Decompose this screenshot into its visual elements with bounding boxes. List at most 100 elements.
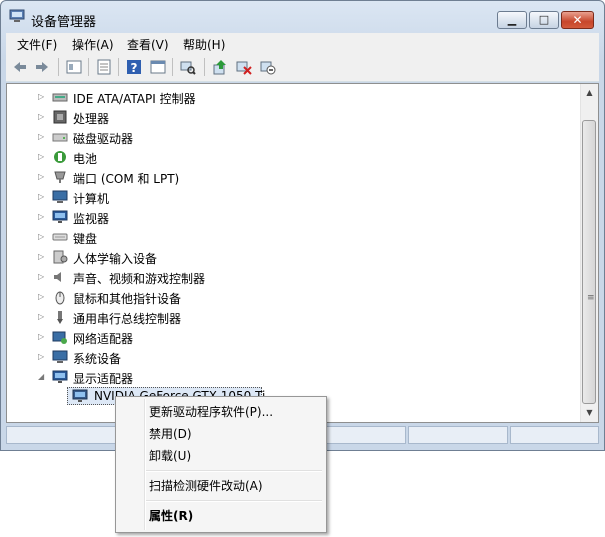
- title-bar[interactable]: 设备管理器 ▁ □ ✕: [1, 1, 604, 31]
- expand-arrow-icon[interactable]: ▷: [38, 212, 46, 222]
- uninstall-icon[interactable]: [236, 59, 252, 75]
- tree-item[interactable]: ◢ 显示适配器: [7, 367, 567, 387]
- context-menu-gutter: [144, 399, 146, 530]
- collapse-arrow-icon[interactable]: ◢: [38, 372, 46, 382]
- tree-item[interactable]: ▷ 计算机: [7, 187, 567, 207]
- close-button[interactable]: ✕: [561, 11, 594, 29]
- tree-item-label: 监视器: [73, 212, 110, 226]
- tree-item[interactable]: ▷ 磁盘驱动器: [7, 127, 567, 147]
- menu-update-driver[interactable]: 更新驱动程序软件(P)...: [149, 403, 273, 420]
- ide-controller-icon: [52, 93, 68, 102]
- device-tree-pane[interactable]: ▷ IDE ATA/ATAPI 控制器 ▷ 处理器 ▷ 磁盘驱动器 ▷ 电池 ▷ 端口 (COM …: [6, 83, 599, 423]
- tree-item[interactable]: ▷ 电池: [7, 147, 567, 167]
- tree-item[interactable]: ▷ 键盘: [7, 227, 567, 247]
- tree-item[interactable]: ▷ 人体学输入设备: [7, 247, 567, 267]
- update-driver-icon[interactable]: [212, 59, 228, 75]
- display-adapter-icon: [72, 389, 88, 402]
- maximize-button[interactable]: □: [529, 11, 559, 29]
- hid-icon: [53, 250, 68, 264]
- forward-arrow-icon[interactable]: [34, 59, 50, 75]
- tree-item[interactable]: ▷ 处理器: [7, 107, 567, 127]
- scroll-thumb[interactable]: ≡: [582, 120, 596, 404]
- system-device-icon: [52, 350, 68, 363]
- close-icon: ✕: [572, 13, 583, 27]
- tree-item[interactable]: ▷ 鼠标和其他指针设备: [7, 287, 567, 307]
- device-manager-icon: [9, 9, 25, 22]
- expand-arrow-icon[interactable]: ▷: [38, 272, 46, 282]
- tree-item[interactable]: ▷ IDE ATA/ATAPI 控制器: [7, 87, 567, 107]
- expand-arrow-icon[interactable]: ▷: [38, 152, 46, 162]
- expand-arrow-icon[interactable]: ▷: [38, 192, 46, 202]
- tree-item[interactable]: ▷ 通用串行总线控制器: [7, 307, 567, 327]
- tree-item-label: 磁盘驱动器: [73, 132, 134, 146]
- tree-item-label: 网络适配器: [73, 332, 134, 346]
- expand-arrow-icon[interactable]: ▷: [38, 112, 46, 122]
- maximize-icon: □: [538, 13, 550, 26]
- view-icon[interactable]: [150, 59, 166, 75]
- menu-file[interactable]: 文件(F): [17, 36, 57, 53]
- network-adapter-icon: [52, 331, 67, 344]
- tree-item-label: 人体学输入设备: [73, 252, 158, 266]
- tree-item-label: 系统设备: [73, 352, 122, 366]
- processor-icon: [53, 110, 67, 124]
- minimize-icon: ▁: [507, 13, 517, 26]
- monitor-icon: [52, 210, 68, 223]
- device-manager-window: 设备管理器 ▁ □ ✕ 文件(F) 操作(A) 查看(V) 帮助(H) ? ▷ I…: [0, 0, 605, 451]
- menu-help[interactable]: 帮助(H): [183, 36, 225, 53]
- context-menu-separator: [146, 500, 322, 502]
- expand-arrow-icon[interactable]: ▷: [38, 92, 46, 102]
- toolbar: ?: [6, 53, 599, 82]
- back-arrow-icon[interactable]: [12, 59, 28, 75]
- tree-item-label: 通用串行总线控制器: [73, 312, 182, 326]
- disk-drive-icon: [52, 133, 68, 142]
- scroll-up-icon[interactable]: ▲: [581, 84, 598, 101]
- expand-arrow-icon[interactable]: ▷: [38, 252, 46, 262]
- scan-hardware-icon[interactable]: [180, 59, 196, 75]
- expand-arrow-icon[interactable]: ▷: [38, 332, 46, 342]
- tree-item-label: IDE ATA/ATAPI 控制器: [73, 92, 196, 106]
- vertical-scrollbar[interactable]: ▲ ≡ ▼: [580, 84, 598, 422]
- tree-item[interactable]: ▷ 声音、视频和游戏控制器: [7, 267, 567, 287]
- sound-icon: [54, 272, 61, 282]
- menu-uninstall[interactable]: 卸载(U): [149, 447, 191, 464]
- expand-arrow-icon[interactable]: ▷: [38, 292, 46, 302]
- scroll-down-icon[interactable]: ▼: [581, 404, 598, 421]
- minimize-button[interactable]: ▁: [497, 11, 527, 29]
- menu-disable[interactable]: 禁用(D): [149, 425, 192, 442]
- window-title: 设备管理器: [31, 15, 97, 30]
- expand-arrow-icon[interactable]: ▷: [38, 312, 46, 322]
- expand-arrow-icon[interactable]: ▷: [38, 352, 46, 362]
- help-icon[interactable]: ?: [126, 59, 142, 75]
- tree-item-label: 电池: [73, 152, 98, 166]
- context-menu-separator: [146, 470, 322, 472]
- menu-scan-hardware[interactable]: 扫描检测硬件改动(A): [149, 477, 263, 494]
- tree-item-label: 处理器: [73, 112, 110, 126]
- expand-arrow-icon[interactable]: ▷: [38, 172, 46, 182]
- tree-item[interactable]: ▷ 系统设备: [7, 347, 567, 367]
- mouse-icon: [55, 291, 65, 305]
- menu-view[interactable]: 查看(V): [127, 36, 169, 53]
- tree-item-label: 鼠标和其他指针设备: [73, 292, 182, 306]
- status-pane-3: [510, 426, 599, 444]
- menu-properties[interactable]: 属性(R): [149, 507, 193, 524]
- properties-icon[interactable]: [96, 59, 112, 75]
- expand-arrow-icon[interactable]: ▷: [38, 132, 46, 142]
- display-adapter-icon: [52, 370, 68, 383]
- tree-item-label: 端口 (COM 和 LPT): [73, 172, 180, 186]
- tree-item-label: 显示适配器: [73, 372, 134, 386]
- menu-action[interactable]: 操作(A): [72, 36, 114, 53]
- tree-item-label: 声音、视频和游戏控制器: [73, 272, 206, 286]
- tree-item[interactable]: ▷ 端口 (COM 和 LPT): [7, 167, 567, 187]
- tree-item[interactable]: ▷ 网络适配器: [7, 327, 567, 347]
- usb-icon: [57, 311, 63, 324]
- status-pane-2: [408, 426, 508, 444]
- disable-device-icon[interactable]: [260, 59, 276, 75]
- svg-text:?: ?: [131, 61, 138, 75]
- tree-view-icon[interactable]: [66, 59, 82, 75]
- computer-icon: [52, 190, 68, 203]
- tree-item[interactable]: ▷ 监视器: [7, 207, 567, 227]
- context-menu: 更新驱动程序软件(P)... 禁用(D) 卸载(U) 扫描检测硬件改动(A) 属…: [115, 396, 327, 533]
- keyboard-icon: [52, 233, 68, 241]
- expand-arrow-icon[interactable]: ▷: [38, 232, 46, 242]
- port-icon: [54, 171, 66, 183]
